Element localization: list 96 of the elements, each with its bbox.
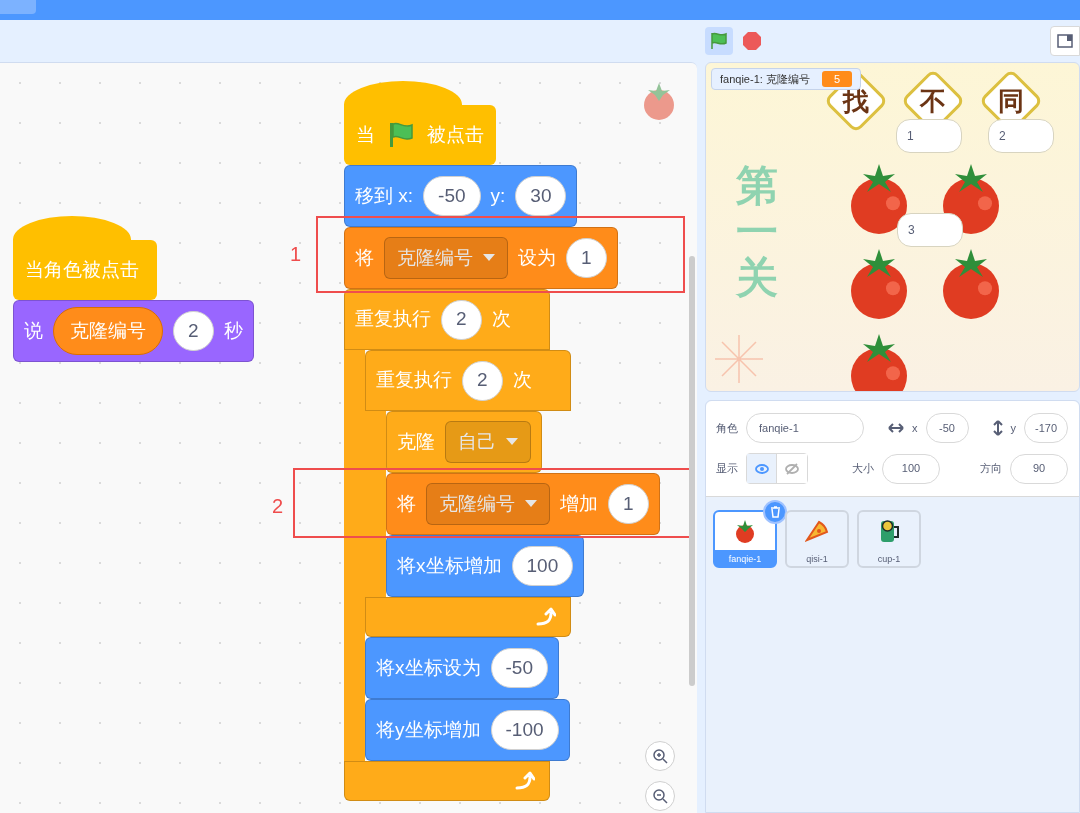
caret-icon [525,500,537,508]
block-label: 设为 [518,245,556,270]
zoom-in-button[interactable] [645,741,675,771]
code-block[interactable]: 将y坐标增加 -100 [365,699,570,761]
monitor-value: 5 [821,71,852,87]
code-block[interactable]: 将 克隆编号 增加 1 [386,473,660,535]
number-input[interactable]: -50 [490,648,548,688]
block-label: 将 [355,245,374,270]
block-label: 说 [24,318,43,343]
block-label: 将x坐标增加 [397,553,502,578]
scrollbar[interactable] [689,256,695,686]
horizontal-arrows-icon [888,423,904,433]
block-label: y: [490,183,506,208]
block-label: 移到 x: [355,183,414,208]
loop-arrow-icon [534,606,556,628]
number-input[interactable]: 1 [566,238,607,278]
cup-icon [878,517,900,544]
trash-icon [769,506,781,518]
code-block[interactable]: 将x坐标设为 -50 [365,637,559,699]
block-label: 将x坐标设为 [376,655,481,680]
speech-bubble: 2 [988,119,1054,153]
block-label: 次 [491,307,511,332]
tomato-drawing[interactable] [851,164,907,234]
speech-bubble: 1 [896,119,962,153]
flag-icon [387,121,415,149]
annotation-label: 1 [290,242,302,267]
block-label: 增加 [560,491,598,516]
code-block[interactable]: 将 克隆编号 设为 1 [344,227,618,289]
direction-label: 方向 [980,461,1002,477]
block-label: 秒 [223,318,243,343]
caret-icon [506,438,518,446]
zoom-out-icon [652,788,668,804]
number-input[interactable]: 30 [515,176,567,216]
number-input[interactable]: -100 [490,710,559,750]
delete-button[interactable] [763,500,787,524]
show-label: 显示 [716,461,738,477]
sprite-name: qisi-1 [805,552,829,566]
block-label: 当 [356,122,375,147]
sprite-tile[interactable]: qisi-1 [785,510,849,568]
tomato-icon [642,81,676,121]
number-input[interactable]: 1 [608,484,649,524]
loop-arrow-icon [513,770,535,792]
number-input[interactable]: 2 [441,299,482,340]
small-stage-icon [1057,34,1073,48]
repeat-block[interactable]: 重复执行 2 次 [344,289,550,350]
y-field[interactable]: -170 [1024,413,1068,443]
sprite-name: cup-1 [876,552,902,566]
number-input[interactable]: -50 [423,176,481,216]
block-label: 克隆 [397,429,435,454]
number-input[interactable]: 2 [462,360,503,401]
layout-button[interactable] [1050,26,1080,56]
level-title: 第一关 [736,163,778,302]
block-label: 次 [512,368,532,393]
block-label: 重复执行 [355,307,431,332]
code-block[interactable]: 说 克隆编号 2 秒 [13,300,254,362]
tomato-drawing[interactable] [851,249,907,319]
code-block[interactable]: 将x坐标增加 100 [386,535,585,597]
size-field[interactable]: 100 [882,453,940,484]
zoom-out-button[interactable] [645,781,675,811]
cheese-slice-icon [805,519,829,542]
block-label: 被点击 [427,122,484,147]
x-field[interactable]: -50 [925,413,969,443]
speech-bubble: 3 [897,213,963,247]
sprite-label: 角色 [716,420,738,436]
sprite-name-field[interactable]: fanqie-1 [746,413,864,443]
y-label: y [1010,420,1016,436]
run-button[interactable] [705,27,733,55]
direction-field[interactable]: 90 [1010,453,1068,484]
stop-icon [742,31,762,51]
annotation-label: 2 [272,494,284,519]
title-character: 不 [920,84,946,118]
x-label: x [912,420,918,436]
caret-icon [483,254,495,262]
block-label: 当角色被点击 [25,257,139,282]
tomato-drawing[interactable] [851,334,907,391]
repeat-block[interactable]: 重复执行 2 次 [365,350,571,411]
zoom-in-icon [652,748,668,764]
tomato-drawing[interactable] [943,249,999,319]
monitor-label: fanqie-1: 克隆编号 [720,71,810,87]
eye-icon [754,463,769,474]
show-button[interactable] [747,454,777,483]
flag-icon [709,31,729,51]
block-label: 将 [397,491,416,516]
stop-button[interactable] [741,30,763,52]
block-label: 重复执行 [376,368,452,393]
vertical-arrows-icon [992,420,1003,436]
size-label: 大小 [852,461,874,477]
hidden-eye-icon [785,462,799,475]
number-input[interactable]: 2 [173,311,214,351]
title-character: 同 [998,84,1024,118]
block-label: 将y坐标增加 [376,717,481,742]
sprite-tile[interactable]: cup-1 [857,510,921,568]
sprite-name: fanqie-1 [727,552,763,566]
code-block[interactable]: 移到 x: -50 y: 30 [344,165,578,227]
number-input[interactable]: 100 [511,546,574,586]
title-character: 找 [843,84,869,118]
